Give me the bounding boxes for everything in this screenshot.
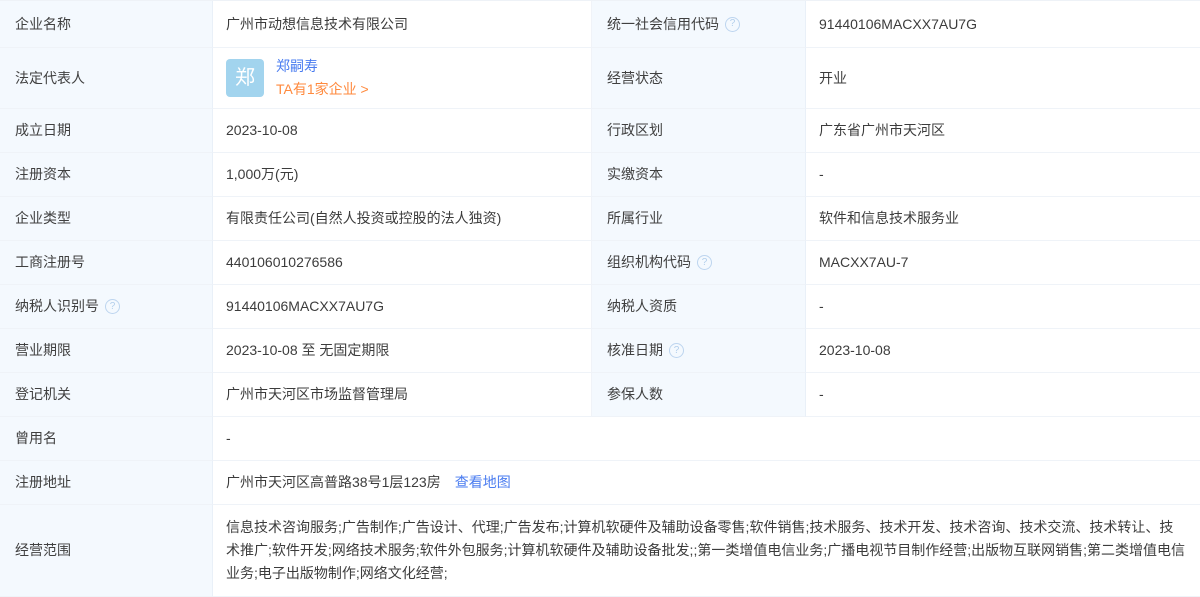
field-value-business-scope: 信息技术咨询服务;广告制作;广告设计、代理;广告发布;计算机软硬件及辅助设备零售…	[213, 505, 1200, 597]
field-value-org-code: MACXX7AU-7	[806, 241, 1200, 285]
label-text: 实缴资本	[607, 164, 663, 185]
label-text: 登记机关	[15, 384, 71, 405]
field-label-org-code: 组织机构代码 ?	[592, 241, 806, 285]
table-row: 登记机关 广州市天河区市场监督管理局 参保人数 -	[0, 373, 1199, 417]
field-label-company-type: 企业类型	[0, 197, 213, 241]
table-row: 企业类型 有限责任公司(自然人投资或控股的法人独资) 所属行业 软件和信息技术服…	[0, 197, 1199, 241]
help-icon[interactable]: ?	[697, 255, 712, 270]
field-label-operating-status: 经营状态	[592, 48, 806, 109]
table-row: 营业期限 2023-10-08 至 无固定期限 核准日期 ? 2023-10-0…	[0, 329, 1199, 373]
label-text: 纳税人识别号	[15, 296, 99, 317]
legal-rep-companies-link[interactable]: TA有1家企业 >	[276, 79, 369, 100]
field-label-industry: 所属行业	[592, 197, 806, 241]
table-row: 法定代表人 郑 郑嗣寿 TA有1家企业 > 经营状态 开业	[0, 48, 1199, 109]
table-row: 经营范围 信息技术咨询服务;广告制作;广告设计、代理;广告发布;计算机软硬件及辅…	[0, 505, 1199, 597]
label-text: 经营状态	[607, 68, 663, 89]
field-label-credit-code: 统一社会信用代码 ?	[592, 1, 806, 48]
field-label-registration-number: 工商注册号	[0, 241, 213, 285]
field-value-registered-capital: 1,000万(元)	[213, 153, 592, 197]
business-scope-text: 信息技术咨询服务;广告制作;广告设计、代理;广告发布;计算机软硬件及辅助设备零售…	[226, 516, 1187, 585]
label-text: 组织机构代码	[607, 252, 691, 273]
table-row: 企业名称 广州市动想信息技术有限公司 统一社会信用代码 ? 91440106MA…	[0, 1, 1199, 48]
address-text: 广州市天河区高普路38号1层123房	[226, 472, 441, 493]
table-row: 注册地址 广州市天河区高普路38号1层123房 查看地图	[0, 461, 1199, 505]
field-value-taxpayer-qualification: -	[806, 285, 1200, 329]
label-text: 成立日期	[15, 120, 71, 141]
field-label-registered-address: 注册地址	[0, 461, 213, 505]
label-text: 纳税人资质	[607, 296, 677, 317]
label-text: 工商注册号	[15, 252, 85, 273]
field-value-admin-division: 广东省广州市天河区	[806, 109, 1200, 153]
table-row: 纳税人识别号 ? 91440106MACXX7AU7G 纳税人资质 -	[0, 285, 1199, 329]
table-row: 成立日期 2023-10-08 行政区划 广东省广州市天河区	[0, 109, 1199, 153]
label-text: 营业期限	[15, 340, 71, 361]
field-value-business-term: 2023-10-08 至 无固定期限	[213, 329, 592, 373]
field-label-business-scope: 经营范围	[0, 505, 213, 597]
field-label-registered-capital: 注册资本	[0, 153, 213, 197]
field-value-industry: 软件和信息技术服务业	[806, 197, 1200, 241]
field-value-registered-address: 广州市天河区高普路38号1层123房 查看地图	[213, 461, 1200, 505]
field-label-business-term: 营业期限	[0, 329, 213, 373]
table-row: 注册资本 1,000万(元) 实缴资本 -	[0, 153, 1199, 197]
legal-rep-avatar: 郑	[226, 59, 264, 97]
field-value-legal-rep: 郑 郑嗣寿 TA有1家企业 >	[213, 48, 592, 109]
field-value-company-type: 有限责任公司(自然人投资或控股的法人独资)	[213, 197, 592, 241]
label-text: 法定代表人	[15, 68, 85, 89]
help-icon[interactable]: ?	[669, 343, 684, 358]
field-label-approval-date: 核准日期 ?	[592, 329, 806, 373]
field-value-establish-date: 2023-10-08	[213, 109, 592, 153]
label-text: 经营范围	[15, 540, 71, 561]
label-text: 参保人数	[607, 384, 663, 405]
table-row: 工商注册号 440106010276586 组织机构代码 ? MACXX7AU-…	[0, 241, 1199, 285]
view-map-link[interactable]: 查看地图	[455, 472, 511, 493]
label-text: 所属行业	[607, 208, 663, 229]
label-text: 统一社会信用代码	[607, 14, 719, 35]
field-value-former-name: -	[213, 417, 1200, 461]
field-label-paid-in-capital: 实缴资本	[592, 153, 806, 197]
field-value-registration-number: 440106010276586	[213, 241, 592, 285]
field-value-company-name: 广州市动想信息技术有限公司	[213, 1, 592, 48]
company-info-table: 企业名称 广州市动想信息技术有限公司 统一社会信用代码 ? 91440106MA…	[0, 0, 1200, 597]
field-value-registration-authority: 广州市天河区市场监督管理局	[213, 373, 592, 417]
field-label-company-name: 企业名称	[0, 1, 213, 48]
field-value-taxpayer-id: 91440106MACXX7AU7G	[213, 285, 592, 329]
label-text: 注册地址	[15, 472, 71, 493]
field-label-establish-date: 成立日期	[0, 109, 213, 153]
field-value-credit-code: 91440106MACXX7AU7G	[806, 1, 1200, 48]
field-value-operating-status: 开业	[806, 48, 1200, 109]
label-text: 企业类型	[15, 208, 71, 229]
help-icon[interactable]: ?	[105, 299, 120, 314]
label-text: 曾用名	[15, 428, 57, 449]
field-value-paid-in-capital: -	[806, 153, 1200, 197]
field-label-insured-count: 参保人数	[592, 373, 806, 417]
label-text: 核准日期	[607, 340, 663, 361]
label-text: 注册资本	[15, 164, 71, 185]
field-label-taxpayer-id: 纳税人识别号 ?	[0, 285, 213, 329]
table-row: 曾用名 -	[0, 417, 1199, 461]
label-text: 行政区划	[607, 120, 663, 141]
field-label-legal-rep: 法定代表人	[0, 48, 213, 109]
field-value-approval-date: 2023-10-08	[806, 329, 1200, 373]
field-value-insured-count: -	[806, 373, 1200, 417]
field-label-former-name: 曾用名	[0, 417, 213, 461]
field-label-taxpayer-qualification: 纳税人资质	[592, 285, 806, 329]
field-label-registration-authority: 登记机关	[0, 373, 213, 417]
help-icon[interactable]: ?	[725, 17, 740, 32]
field-label-admin-division: 行政区划	[592, 109, 806, 153]
legal-rep-name-link[interactable]: 郑嗣寿	[276, 56, 369, 77]
label-text: 企业名称	[15, 14, 71, 35]
